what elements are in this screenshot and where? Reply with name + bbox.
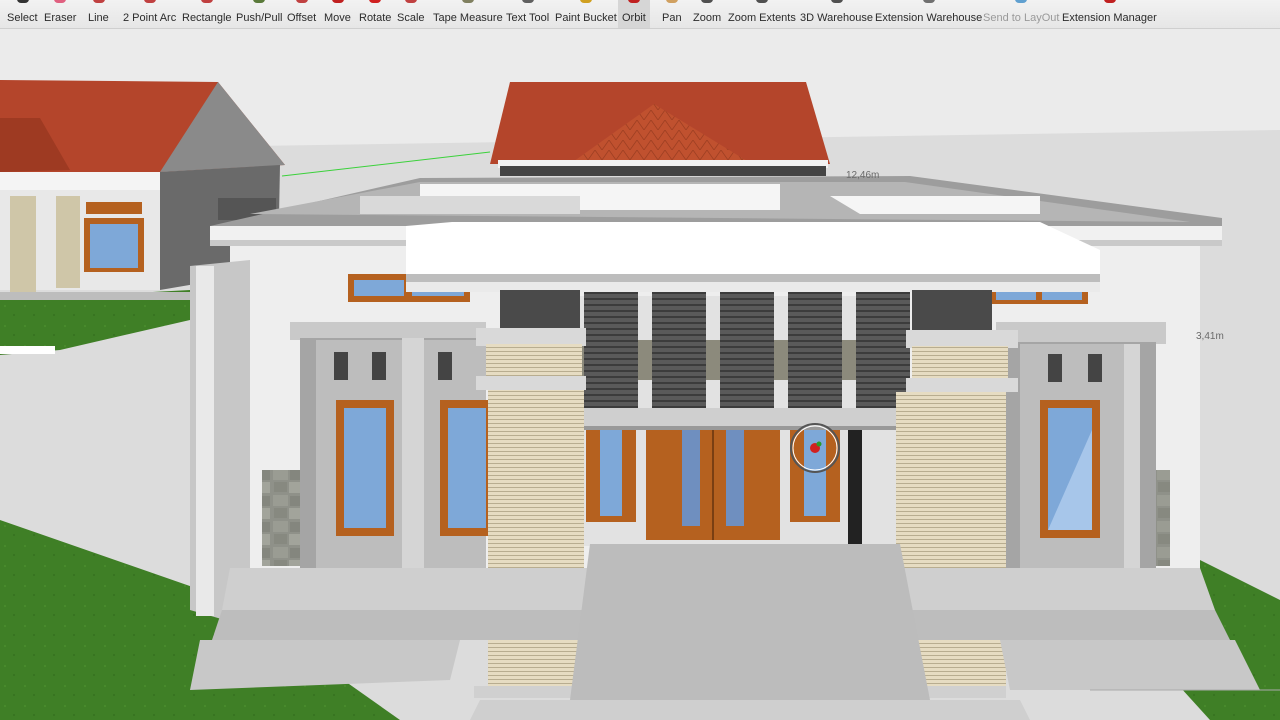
tool-rotate[interactable]: Rotate	[355, 0, 395, 28]
tool-3d-warehouse[interactable]: 3D Warehouse	[796, 0, 877, 28]
tool-move[interactable]: Move	[320, 0, 355, 28]
tool-label: Tape Measure	[433, 12, 503, 24]
orbit-icon	[628, 0, 640, 3]
tool-text-tool[interactable]: Text Tool	[502, 0, 553, 28]
right-wing	[996, 322, 1166, 570]
tool-label: Push/Pull	[236, 12, 283, 24]
tool-tape-measure[interactable]: Tape Measure	[429, 0, 507, 28]
tool-paint-bucket[interactable]: Paint Bucket	[551, 0, 621, 28]
tool-label: Paint Bucket	[555, 12, 617, 24]
tool-label: 2 Point Arc	[123, 12, 177, 24]
tool-label: Zoom Extents	[728, 12, 796, 24]
3d-model-viewport[interactable]: 3,41m 12,46m	[0, 28, 1280, 720]
tool-rectangle[interactable]: Rectangle	[178, 0, 236, 28]
tool-orbit[interactable]: Orbit	[618, 0, 650, 28]
tool-label: 3D Warehouse	[800, 12, 873, 24]
tool-label: Rectangle	[182, 12, 232, 24]
tool-pan[interactable]: Pan	[658, 0, 686, 28]
tool-label: Pan	[662, 12, 682, 24]
zoom-icon	[701, 0, 713, 3]
pencil-icon	[92, 0, 105, 3]
tool-label: Extension Manager	[1062, 12, 1157, 24]
tool-label: Send to LayOut	[983, 12, 1060, 24]
extension-manager-icon	[1103, 0, 1116, 3]
tool-scale[interactable]: Scale	[393, 0, 429, 28]
scale-icon	[405, 0, 417, 3]
tool-extension-manager[interactable]: Extension Manager	[1058, 0, 1161, 28]
zoom-extents-icon	[756, 0, 768, 3]
tool-label: Scale	[397, 12, 425, 24]
tool-label: Orbit	[622, 12, 646, 24]
arc-icon	[143, 0, 156, 3]
vertical-louvers	[584, 292, 910, 408]
dimension-label-length: 12,46m	[846, 170, 879, 181]
tool-offset[interactable]: Offset	[283, 0, 320, 28]
tool-label: Rotate	[359, 12, 392, 24]
paint-bucket-icon	[580, 0, 592, 3]
tool-label: Select	[7, 12, 38, 24]
push-pull-icon	[253, 0, 265, 3]
tool-line[interactable]: Line	[84, 0, 113, 28]
tool-2-point-arc[interactable]: 2 Point Arc	[119, 0, 180, 28]
move-icon	[331, 0, 344, 3]
tool-label: Line	[88, 12, 109, 24]
porch-column-left	[474, 328, 590, 698]
tool-label: Extension Warehouse	[875, 12, 983, 24]
dimension-label-height: 3,41m	[1196, 331, 1224, 342]
send-to-layout-icon	[1015, 0, 1027, 3]
tool-label: Offset	[287, 12, 317, 24]
pan-hand-icon	[666, 0, 678, 3]
offset-icon	[295, 0, 308, 3]
tool-send-to-layout[interactable]: Send to LayOut	[979, 0, 1063, 28]
tool-zoom[interactable]: Zoom	[689, 0, 725, 28]
text-icon	[521, 0, 534, 3]
3d-warehouse-icon	[830, 0, 843, 3]
tool-label: Move	[324, 12, 351, 24]
main-roof	[490, 82, 830, 176]
extension-warehouse-icon	[922, 0, 935, 3]
eraser-icon	[54, 0, 66, 3]
tool-push-pull[interactable]: Push/Pull	[232, 0, 286, 28]
tool-extension-warehouse[interactable]: Extension Warehouse	[871, 0, 986, 28]
rectangle-icon	[201, 0, 213, 3]
left-wing	[290, 322, 490, 570]
tool-label: Zoom	[693, 12, 722, 24]
rotate-icon	[369, 0, 381, 3]
tool-eraser[interactable]: Eraser	[40, 0, 80, 28]
tool-label: Text Tool	[506, 12, 550, 24]
tape-measure-icon	[462, 0, 474, 3]
toolbar: Select Eraser Line 2 Point Arc Rectangle Push…	[0, 0, 1280, 29]
tool-select[interactable]: Select	[3, 0, 42, 28]
select-arrow-icon	[16, 0, 29, 3]
tool-label: Eraser	[44, 12, 77, 24]
tool-zoom-extents[interactable]: Zoom Extents	[724, 0, 800, 28]
